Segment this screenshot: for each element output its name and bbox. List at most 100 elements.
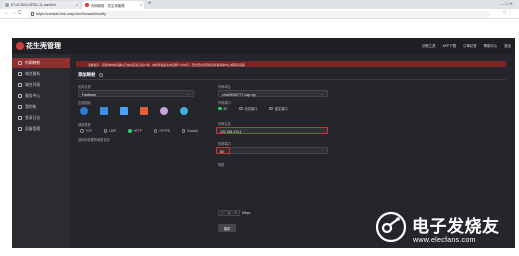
external-port-label: 外网端口 <box>218 101 231 105</box>
page-title-text: 添加映射 <box>78 72 96 77</box>
app-preset-icon[interactable] <box>140 107 148 115</box>
url-input[interactable]: https://console.hsk.oray.com/forward/mod… <box>28 10 490 18</box>
sidebar-item-label: 域名解析 <box>25 72 41 76</box>
url-text: https://console.hsk.oray.com/forward/mod… <box>36 12 106 17</box>
sidebar-item-port-mapping[interactable]: 内网映射 <box>12 58 70 68</box>
chevron-down-icon: ⌄ <box>186 91 190 96</box>
bandwidth-label: 带宽 <box>218 163 225 167</box>
user-icon <box>18 105 22 109</box>
app-icons-label: 应用图标 <box>78 101 91 105</box>
internal-host-value: 192.168.123.1 <box>220 129 242 134</box>
radio-icon <box>80 129 84 133</box>
sidebar-item-label: 内网映射 <box>25 61 41 65</box>
external-port-radio-fixed[interactable]: 固定端口 <box>269 106 288 111</box>
protocol-radio-socks5[interactable]: Socks5 <box>181 129 198 133</box>
app-preset-icon[interactable] <box>160 107 168 115</box>
internal-host-input[interactable]: 192.168.123.1 <box>216 127 328 134</box>
domain-select[interactable]: zhv60f330777.vicp.vip ⌄ <box>218 90 328 97</box>
protocol-note: 选择你需要的映射协议 <box>78 138 110 142</box>
top-menu-item[interactable]: 订单记录 <box>463 43 477 48</box>
app-logo[interactable]: 花生壳管理 <box>16 41 61 51</box>
radio-label: TCP <box>85 129 92 133</box>
external-port-radio-group: 80 动态端口 固定端口 <box>218 106 288 111</box>
close-tab-icon[interactable]: × <box>76 2 78 7</box>
protocol-radio-tcp[interactable]: TCP <box>80 129 92 133</box>
divider <box>76 79 506 80</box>
app-preset-icon[interactable] <box>100 107 108 115</box>
new-tab-button[interactable]: + <box>148 1 152 7</box>
bandwidth-stepper-box[interactable]: − 1 + <box>218 210 240 216</box>
protocol-radio-udp[interactable]: UDP <box>103 129 117 133</box>
sidebar-item-label: 我的账 <box>25 105 37 109</box>
sidebar-item-devices[interactable]: 设备管理 <box>12 124 70 134</box>
external-port-radio-dynamic[interactable]: 动态端口 <box>239 106 257 111</box>
app-preset-icon[interactable] <box>120 107 128 115</box>
domain-label: 外网域名 <box>218 85 231 89</box>
sidebar-item-dns[interactable]: 域名解析 <box>12 69 70 79</box>
top-menu-item[interactable]: 诊断工具 <box>422 43 436 48</box>
browser-tab-1[interactable]: ET-ACSKU-SRS1-11-msnEmi × <box>2 1 80 9</box>
sidebar-item-domains[interactable]: 域名列表 <box>12 80 70 90</box>
back-icon[interactable]: ← <box>4 10 9 16</box>
internal-port-label: 内网端口 <box>218 142 231 146</box>
device-icon <box>18 127 22 131</box>
protocol-radio-group: TCP UDP HTTP HTTPS Socks5 <box>80 129 198 133</box>
watermark-subtitle: www.elecfans.com <box>413 235 476 244</box>
bandwidth-value: 1 <box>228 211 230 215</box>
bandwidth-unit: Mbps <box>242 211 251 215</box>
protocol-radio-http[interactable]: HTTP <box>128 129 142 133</box>
radio-selected-icon <box>128 129 132 133</box>
sidebar-item-account[interactable]: 我的账 <box>12 102 70 112</box>
sidebar-item-label: 服务中心 <box>25 94 41 98</box>
radio-icon <box>181 129 186 133</box>
dns-icon <box>18 72 22 76</box>
app-preset-icon[interactable] <box>80 107 88 115</box>
sidebar-item-label: 域名列表 <box>25 83 41 87</box>
tab-favicon-icon <box>5 3 9 7</box>
reload-icon[interactable]: C <box>18 10 22 16</box>
mapping-icon <box>18 61 22 65</box>
sidebar-item-label: 设备管理 <box>25 127 41 131</box>
lock-icon <box>30 12 34 16</box>
sidebar-item-service[interactable]: 服务中心 <box>12 91 70 101</box>
radio-label: 固定端口 <box>274 107 288 111</box>
radio-icon <box>269 106 273 111</box>
sidebar-item-login-log[interactable]: 登录日志 <box>12 113 70 123</box>
top-menu: 诊断工具 APP下载 订单记录 帮助中心 退出 <box>422 43 511 48</box>
sidebar-item-label: 登录日志 <box>25 116 41 120</box>
peanut-logo-icon <box>16 42 24 50</box>
radio-label: UDP <box>109 129 117 133</box>
watermark-title: 电子发烧友 <box>412 217 500 236</box>
radio-icon <box>153 129 158 133</box>
top-menu-item[interactable]: APP下载 <box>443 43 457 48</box>
address-bar-row: ← → C https://console.hsk.oray.com/forwa… <box>0 9 519 19</box>
list-icon <box>18 83 22 87</box>
elecfans-logo-icon <box>375 211 407 243</box>
app-preset-icon[interactable] <box>180 107 188 115</box>
close-tab-icon[interactable]: × <box>140 2 142 7</box>
forward-icon[interactable]: → <box>11 10 16 16</box>
tab-favicon-icon <box>85 3 89 7</box>
browser-tab-2-label: 内网映射 - 花生壳管理 <box>91 4 125 8</box>
internal-port-input[interactable]: 80 <box>216 147 328 154</box>
alert-banner: 温馨提示：配置映射前请确认已启动花生壳客户端，映射添加后生效需要少许时间，若出现… <box>76 61 506 67</box>
browser-tab-2[interactable]: 内网映射 - 花生壳管理 × <box>82 1 144 9</box>
plus-icon[interactable]: + <box>235 211 237 215</box>
app-type-select[interactable]: Fastbean ⌄ <box>78 90 194 97</box>
radio-label: HTTPS <box>159 129 170 133</box>
browser-tab-bar: ET-ACSKU-SRS1-11-msnEmi × 内网映射 - 花生壳管理 ×… <box>0 0 519 9</box>
top-menu-item[interactable]: 帮助中心 <box>484 43 498 48</box>
bandwidth-stepper: − 1 + Mbps <box>218 210 254 216</box>
app-type-label: 应用名称 <box>78 85 91 89</box>
protocol-radio-https[interactable]: HTTPS <box>153 129 170 133</box>
bookmark-menu-icons[interactable]: ☆ ⋮ <box>502 10 513 16</box>
elecfans-watermark: 电子发烧友 www.elecfans.com <box>372 206 516 250</box>
minus-icon[interactable]: − <box>221 211 223 215</box>
save-button[interactable]: 保存 <box>218 224 236 232</box>
top-menu-item[interactable]: 退出 <box>504 43 511 48</box>
window-controls[interactable]: — ☐ ✕ <box>500 1 513 6</box>
help-icon[interactable] <box>98 72 103 77</box>
radio-icon <box>103 129 108 133</box>
service-icon <box>18 94 22 98</box>
external-port-radio-80[interactable]: 80 <box>218 107 227 111</box>
